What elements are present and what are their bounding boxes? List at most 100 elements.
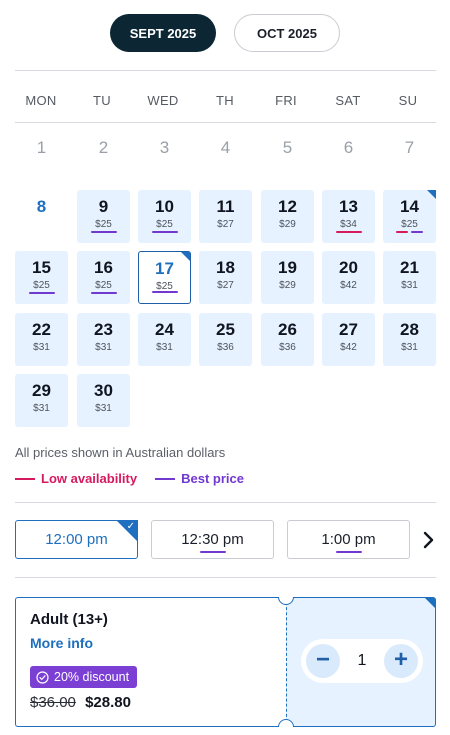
day-number: 18 (216, 258, 235, 277)
day-price: $31 (156, 342, 173, 353)
calendar-day-24[interactable]: 24 $31 (138, 313, 191, 366)
calendar-day-9[interactable]: 9 $25 (77, 190, 130, 243)
calendar-day-10[interactable]: 10 $25 (138, 190, 191, 243)
day-number: 13 (339, 197, 358, 216)
day-number: 3 (159, 138, 170, 157)
best-price-indicator (411, 231, 423, 233)
price-row: $36.00 $28.80 (30, 694, 131, 711)
calendar-day-29[interactable]: 29 $31 (15, 374, 68, 427)
time-slot-1230pm[interactable]: 12:30 pm (151, 520, 274, 559)
calendar-day-15[interactable]: 15 $25 (15, 251, 68, 304)
best-price-indicator (199, 551, 226, 553)
calendar-day-8: 8 (15, 190, 68, 243)
best-price-indicator (151, 231, 178, 233)
day-price: $31 (33, 403, 50, 414)
day-price: $36 (217, 342, 234, 353)
calendar-day-21[interactable]: 21 $31 (383, 251, 436, 304)
time-slot-100pm[interactable]: 1:00 pm (287, 520, 410, 559)
ticket-card: Adult (13+) More info 20% discount $36.0… (15, 588, 436, 735)
day-number: 6 (343, 138, 354, 157)
day-number: 12 (278, 197, 297, 216)
calendar-day-14[interactable]: 14 $25 (383, 190, 436, 243)
ticket-info: Adult (13+) More info 20% discount $36.0… (15, 597, 286, 727)
time-slot-label: 1:00 pm (321, 531, 376, 548)
currency-note: All prices shown in Australian dollars (15, 445, 226, 460)
day-price: $31 (95, 342, 112, 353)
selected-corner (425, 598, 435, 608)
day-number: 5 (282, 138, 293, 157)
legend-label: Best price (181, 471, 244, 486)
time-slot-1200pm[interactable]: 12:00 pm ✓ (15, 520, 138, 559)
best-price-indicator (90, 292, 117, 294)
day-number: 23 (94, 320, 113, 339)
calendar-day-22[interactable]: 22 $31 (15, 313, 68, 366)
legend: Low availability Best price (15, 471, 262, 486)
ticket-notch-mask (277, 588, 295, 597)
day-number: 24 (155, 320, 174, 339)
day-number: 15 (32, 258, 51, 277)
day-price: $34 (340, 219, 357, 230)
calendar-day-16[interactable]: 16 $25 (77, 251, 130, 304)
day-price: $31 (401, 342, 418, 353)
calendar-day-28[interactable]: 28 $31 (383, 313, 436, 366)
best-price-indicator (90, 231, 117, 233)
chevron-right-icon[interactable] (421, 529, 437, 551)
calendar-day-18[interactable]: 18 $27 (199, 251, 252, 304)
day-price: $31 (33, 342, 50, 353)
quantity-panel: − 1 + (286, 597, 436, 727)
day-price: $42 (340, 280, 357, 291)
calendar-day-26[interactable]: 26 $36 (261, 313, 314, 366)
day-number: 19 (278, 258, 297, 277)
calendar-day-13[interactable]: 13 $34 (322, 190, 375, 243)
calendar-day-27[interactable]: 27 $42 (322, 313, 375, 366)
legend-label: Low availability (41, 471, 138, 486)
day-number: 8 (36, 197, 47, 216)
calendar-day-1: 1 (15, 131, 68, 184)
calendar-day-12[interactable]: 12 $29 (261, 190, 314, 243)
ticket-name: Adult (13+) (30, 611, 108, 628)
day-number: 7 (404, 138, 415, 157)
calendar-day-20[interactable]: 20 $42 (322, 251, 375, 304)
legend-low-availability: Low availability (15, 471, 137, 486)
increase-button[interactable]: + (384, 644, 418, 678)
ticket-notch-mask (277, 727, 295, 735)
more-info-link[interactable]: More info (30, 635, 93, 651)
calendar-day-3: 3 (138, 131, 191, 184)
calendar-day-19[interactable]: 19 $29 (261, 251, 314, 304)
day-number: 28 (400, 320, 419, 339)
time-slot-label: 12:30 pm (181, 531, 244, 548)
day-price: $25 (156, 219, 173, 230)
calendar-day-17[interactable]: 17 $25 (138, 251, 191, 304)
time-slots: 12:00 pm ✓ 12:30 pm 1:00 pm (15, 520, 410, 559)
discounted-price: $28.80 (85, 694, 131, 711)
availability-indicators (15, 292, 68, 295)
day-price: $27 (217, 219, 234, 230)
calendar-day-6: 6 (322, 131, 375, 184)
calendar-day-25[interactable]: 25 $36 (199, 313, 252, 366)
corner-marker (181, 252, 190, 261)
day-number: 9 (98, 197, 109, 216)
day-price: $29 (279, 280, 296, 291)
day-price: $31 (95, 403, 112, 414)
legend-best-price: Best price (155, 471, 244, 486)
best-price-indicator (28, 292, 55, 294)
best-price-indicator (151, 291, 178, 293)
availability-indicators (383, 231, 436, 234)
corner-marker (427, 190, 436, 199)
calendar-day-30[interactable]: 30 $31 (77, 374, 130, 427)
day-number: 25 (216, 320, 235, 339)
calendar-day-2: 2 (77, 131, 130, 184)
day-number: 11 (216, 197, 235, 216)
day-number: 22 (32, 320, 51, 339)
day-number: 10 (155, 197, 174, 216)
day-price: $25 (401, 219, 418, 230)
quantity-stepper: − 1 + (301, 639, 423, 683)
calendar-day-11[interactable]: 11 $27 (199, 190, 252, 243)
original-price: $36.00 (30, 694, 76, 711)
day-number: 4 (220, 138, 231, 157)
decrease-button[interactable]: − (306, 644, 340, 678)
best-price-indicator (335, 551, 362, 553)
calendar-day-7: 7 (383, 131, 436, 184)
calendar-day-5: 5 (261, 131, 314, 184)
calendar-day-23[interactable]: 23 $31 (77, 313, 130, 366)
